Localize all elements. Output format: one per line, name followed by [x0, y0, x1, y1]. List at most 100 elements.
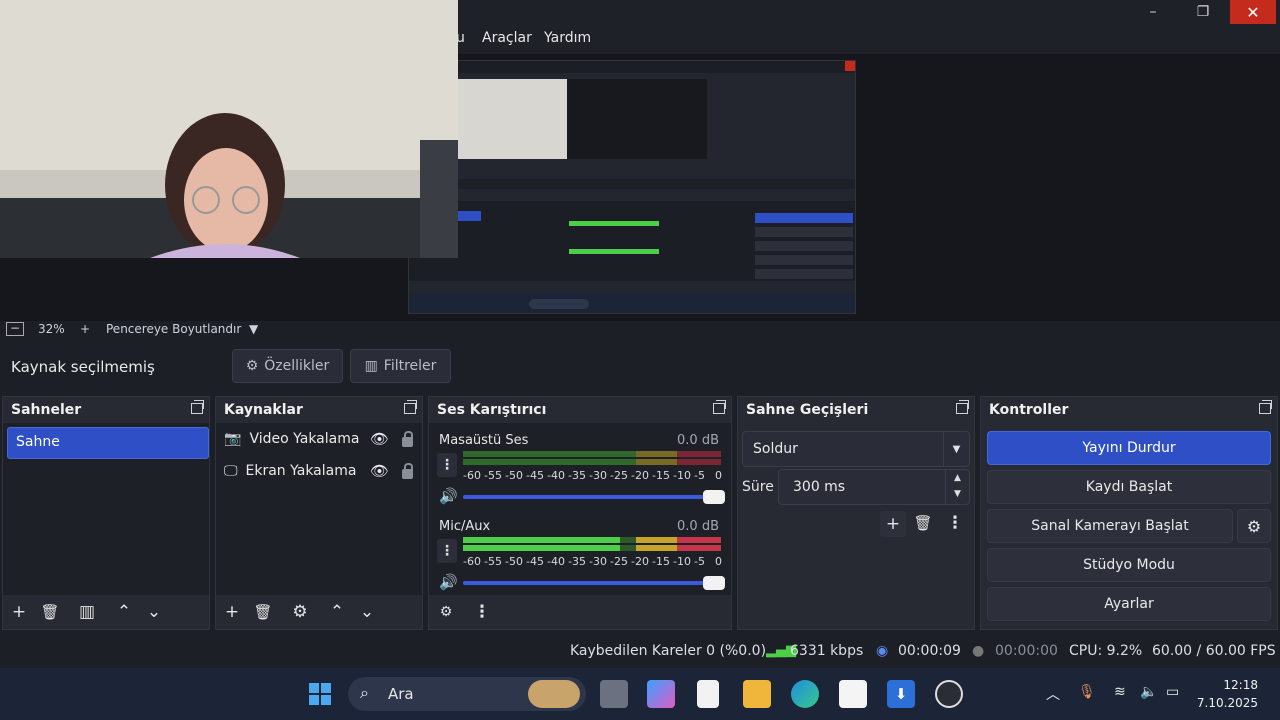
channel-name: Mic/Aux: [439, 519, 491, 534]
transition-menu-icon[interactable]: ⋮: [944, 513, 966, 533]
menu-item-help[interactable]: Yardım: [544, 30, 591, 46]
slider-handle[interactable]: [703, 490, 725, 504]
scene-filters-icon[interactable]: ▥: [76, 602, 98, 622]
zoom-out-button[interactable]: −: [6, 322, 24, 336]
tick-label: -45: [526, 469, 544, 482]
channel-menu-icon[interactable]: ⋮: [437, 539, 457, 563]
clock[interactable]: 12:18 7.10.2025: [1197, 676, 1258, 712]
scene-item[interactable]: Sahne: [7, 427, 209, 459]
menu-item-tools[interactable]: Araçlar: [482, 30, 532, 46]
meter-green: [463, 545, 621, 551]
zoom-mode-dropdown-icon[interactable]: ▼: [249, 322, 258, 336]
lock-icon[interactable]: [402, 463, 413, 479]
battery-icon[interactable]: ▭: [1166, 684, 1179, 700]
undock-icon[interactable]: [1259, 400, 1272, 414]
tick-label: -60: [463, 469, 481, 482]
mixer-title: Ses Karıştırıcı: [437, 402, 547, 418]
filters-button[interactable]: ▥ Filtreler: [350, 349, 451, 383]
notepad-icon[interactable]: [697, 680, 719, 708]
undock-icon[interactable]: [713, 400, 726, 414]
stop-streaming-button[interactable]: Yayını Durdur: [987, 431, 1271, 465]
visibility-eye-icon[interactable]: 👁: [370, 462, 389, 480]
move-down-icon[interactable]: ⌄: [356, 602, 378, 622]
mixer-channel: Mic/Aux 0.0 dB ⋮ -60 -55 -50 -45 -40 -35 -30 -25 -2…: [429, 513, 731, 599]
source-item[interactable]: 🖵 Ekran Yakalama 👁: [224, 457, 419, 485]
tick-label: -50: [505, 555, 523, 568]
move-up-icon[interactable]: ⌃: [326, 602, 348, 622]
duration-spinbox[interactable]: 300 ms ▲ ▼: [778, 469, 970, 505]
meter-red: [677, 545, 721, 551]
undock-icon[interactable]: [404, 400, 417, 414]
slider-handle[interactable]: [703, 576, 725, 590]
visibility-eye-icon[interactable]: 👁: [370, 430, 389, 448]
tick-label: -20: [631, 555, 649, 568]
microphone-icon[interactable]: 🎙: [1078, 684, 1096, 700]
settings-button[interactable]: Ayarlar: [987, 587, 1271, 621]
file-explorer-icon[interactable]: [743, 680, 771, 708]
remove-transition-icon[interactable]: 🗑: [912, 513, 934, 533]
close-button[interactable]: ✕: [1230, 0, 1276, 24]
spin-arrows-icon[interactable]: ▲ ▼: [945, 470, 969, 504]
add-transition-icon[interactable]: +: [880, 511, 906, 537]
fps: 60.00 / 60.00 FPS: [1152, 643, 1276, 659]
zoom-in-button[interactable]: +: [80, 322, 90, 336]
meter-yellow: [635, 545, 678, 551]
transition-selected: Soldur: [753, 441, 798, 457]
source-label: Video Yakalama: [249, 431, 360, 447]
properties-button[interactable]: ⚙ Özellikler: [232, 349, 343, 383]
speaker-icon[interactable]: 🔊: [439, 573, 458, 591]
volume-icon[interactable]: 🔈: [1140, 684, 1157, 700]
advanced-audio-gear-icon[interactable]: ⚙: [435, 602, 457, 622]
task-view-icon[interactable]: [600, 680, 628, 708]
volume-slider[interactable]: [463, 576, 725, 590]
start-windows-icon[interactable]: [306, 680, 334, 708]
taskbar-search[interactable]: ⌕ Ara: [348, 677, 586, 711]
mixer-menu-icon[interactable]: ⋮: [471, 602, 493, 622]
channel-menu-icon[interactable]: ⋮: [437, 453, 457, 477]
speaker-icon[interactable]: 🔊: [439, 487, 458, 505]
volume-meter: [463, 459, 721, 465]
status-bar: Kaybedilen Kareler 0 (%0.0) ▂▄▆ 6331 kbp…: [0, 632, 1280, 668]
minimize-button[interactable]: –: [1130, 0, 1176, 24]
maximize-button[interactable]: ❐: [1180, 0, 1226, 24]
virtual-camera-settings-gear-icon[interactable]: ⚙: [1237, 509, 1271, 543]
obs-studio-icon[interactable]: [935, 680, 963, 708]
start-virtual-camera-button[interactable]: Sanal Kamerayı Başlat: [987, 509, 1233, 543]
duration-label: Süre: [742, 479, 774, 495]
move-down-icon[interactable]: ⌄: [143, 602, 165, 622]
meter-yellow: [635, 451, 678, 457]
volume-slider[interactable]: [463, 490, 725, 504]
edge-icon[interactable]: [791, 680, 819, 708]
scenes-toolbar: + 🗑 ▥ ⌃ ⌄: [3, 595, 209, 629]
add-source-icon[interactable]: +: [221, 602, 243, 622]
remove-scene-icon[interactable]: 🗑: [39, 602, 61, 622]
transitions-title: Sahne Geçişleri: [746, 402, 869, 418]
volume-meter: [463, 545, 721, 551]
sources-header: Kaynaklar: [216, 397, 422, 423]
start-recording-button[interactable]: Kaydı Başlat: [987, 470, 1271, 504]
tick-label: -55: [484, 469, 502, 482]
remove-source-icon[interactable]: 🗑: [252, 602, 274, 622]
show-hidden-icons-icon[interactable]: ︿: [1046, 684, 1060, 704]
lock-icon[interactable]: [402, 431, 413, 447]
search-highlight-icon: [528, 680, 580, 708]
move-up-icon[interactable]: ⌃: [113, 602, 135, 622]
wifi-icon[interactable]: ≋: [1114, 684, 1126, 700]
download-app-icon[interactable]: ⬇: [887, 680, 915, 708]
tick-label: 0: [715, 555, 722, 568]
microsoft-store-icon[interactable]: [839, 680, 867, 708]
zoom-bar: − 32% + Pencereye Boyutlandır ▼: [0, 321, 1280, 339]
source-settings-gear-icon[interactable]: ⚙: [289, 602, 311, 622]
copilot-icon[interactable]: [647, 680, 675, 708]
undock-icon[interactable]: [191, 400, 204, 414]
add-scene-icon[interactable]: +: [8, 602, 30, 622]
studio-mode-button[interactable]: Stüdyo Modu: [987, 548, 1271, 582]
undock-icon[interactable]: [956, 400, 969, 414]
source-item[interactable]: 📷 Video Yakalama 👁: [224, 425, 419, 453]
duration-value: 300 ms: [793, 479, 846, 495]
transition-select[interactable]: Soldur ▼: [742, 431, 970, 467]
mixer-toolbar: ⚙ ⋮: [429, 595, 731, 629]
stream-time: 00:00:09: [898, 643, 961, 659]
zoom-mode[interactable]: Pencereye Boyutlandır: [106, 322, 241, 336]
dropped-frames: Kaybedilen Kareler 0 (%0.0): [570, 643, 767, 659]
